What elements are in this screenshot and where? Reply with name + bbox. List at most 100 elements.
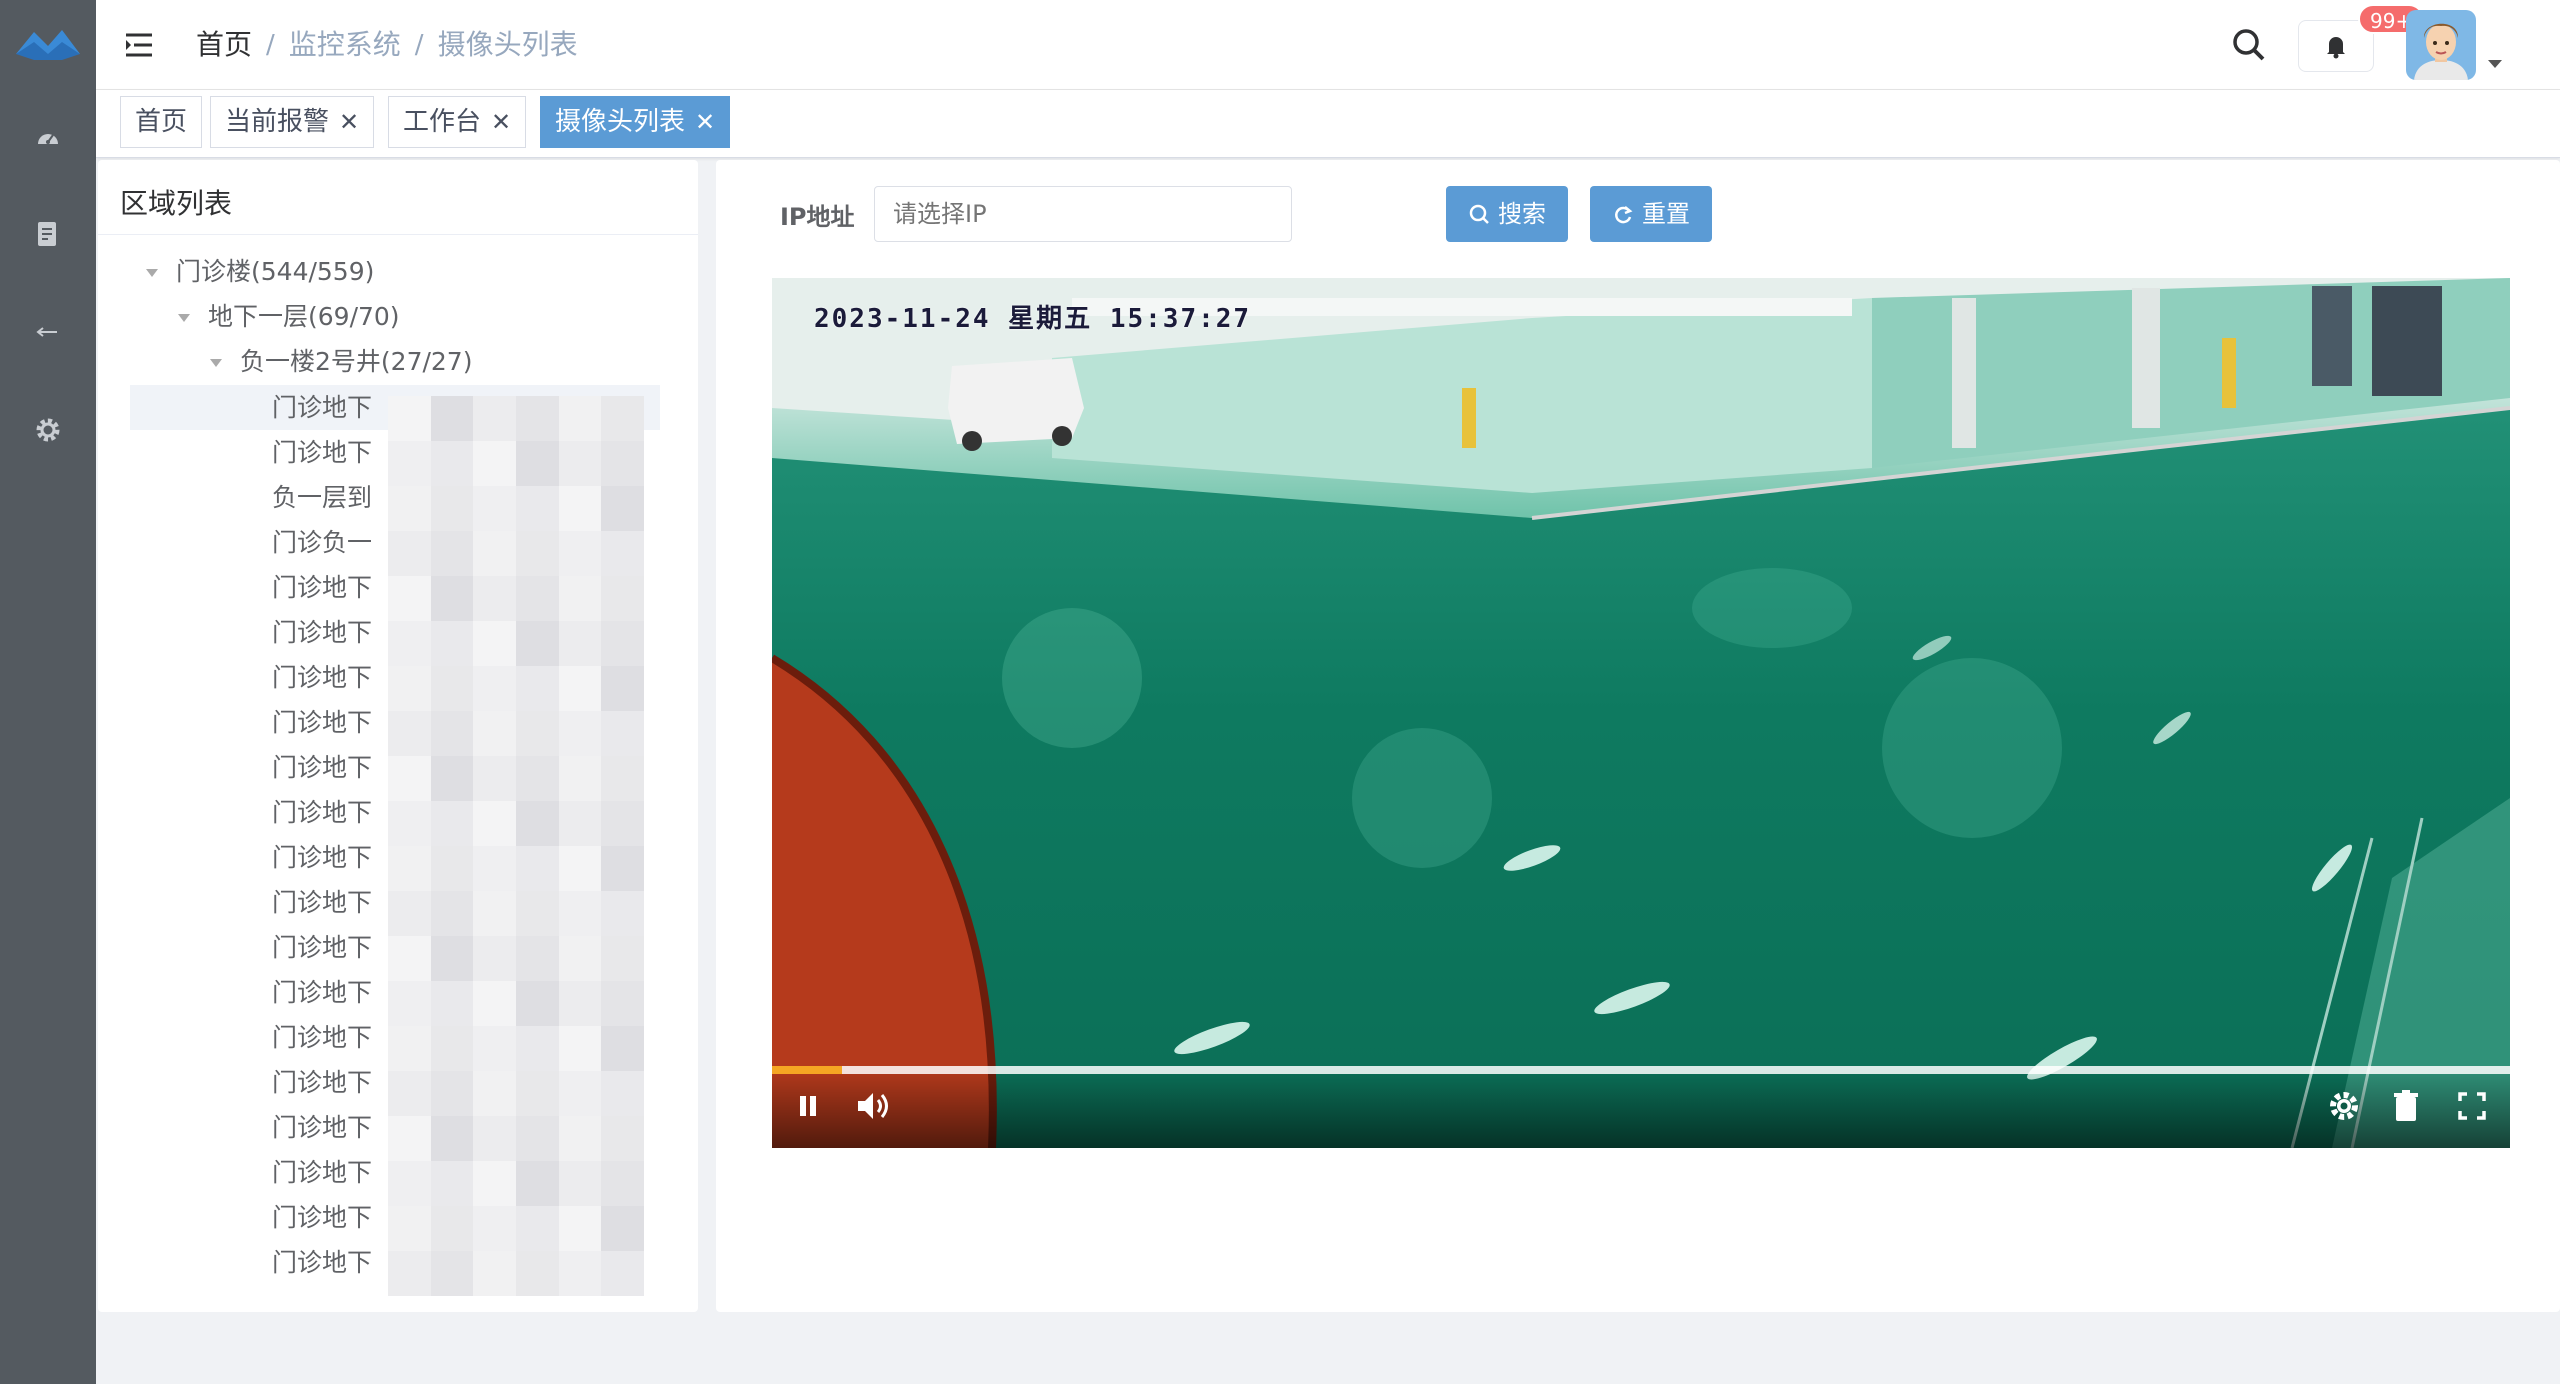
close-icon[interactable]: ✕ bbox=[695, 97, 715, 147]
caret-down-icon[interactable] bbox=[146, 269, 158, 277]
close-icon[interactable]: ✕ bbox=[491, 97, 511, 147]
mosaic-cell bbox=[388, 756, 431, 801]
camera-panel: IP地址 搜索 重置 bbox=[716, 160, 2560, 1312]
chevron-down-icon[interactable] bbox=[2488, 60, 2502, 68]
mosaic-cell bbox=[601, 1251, 644, 1296]
mosaic-cell bbox=[388, 486, 431, 531]
tag-label: 摄像头列表 bbox=[555, 107, 686, 137]
tree-node-label: 门诊楼(544/559) bbox=[176, 257, 375, 286]
breadcrumb-home[interactable]: 首页 bbox=[196, 24, 252, 66]
mosaic-cell bbox=[601, 846, 644, 891]
mosaic-cell bbox=[430, 531, 474, 576]
mosaic-cell bbox=[430, 666, 474, 711]
mosaic-cell bbox=[473, 756, 516, 801]
mosaic-cell bbox=[388, 891, 431, 936]
mosaic-cell bbox=[558, 846, 602, 891]
mosaic-cell bbox=[473, 441, 516, 486]
mosaic-cell bbox=[516, 846, 559, 891]
mosaic-cell bbox=[388, 1026, 431, 1071]
mosaic-cell bbox=[601, 711, 644, 756]
mosaic-cell bbox=[516, 936, 559, 981]
mosaic-cell bbox=[558, 1071, 602, 1116]
gear-icon[interactable] bbox=[2324, 1086, 2364, 1126]
volume-icon[interactable] bbox=[854, 1086, 894, 1126]
mosaic-cell bbox=[473, 621, 516, 666]
mosaic-cell bbox=[601, 1161, 644, 1206]
mosaic-cell bbox=[388, 801, 431, 846]
tag-camera-list[interactable]: 摄像头列表 ✕ bbox=[540, 96, 731, 148]
dashboard-icon[interactable] bbox=[30, 120, 66, 156]
tag-home[interactable]: 首页 bbox=[120, 96, 203, 148]
logo-icon[interactable] bbox=[14, 20, 82, 68]
breadcrumb: 首页 / 监控系统 / 摄像头列表 bbox=[196, 24, 578, 66]
mosaic-cell bbox=[516, 981, 559, 1026]
fullscreen-icon[interactable] bbox=[2452, 1086, 2492, 1126]
mosaic-cell bbox=[388, 621, 431, 666]
mosaic-cell bbox=[430, 621, 474, 666]
video-player[interactable]: 2023-11-24 星期五 15:37:27 bbox=[772, 278, 2510, 1148]
mosaic-cell bbox=[601, 486, 644, 531]
breadcrumb-monitoring[interactable]: 监控系统 bbox=[289, 24, 401, 66]
avatar[interactable] bbox=[2406, 10, 2476, 80]
tag-current-alarm[interactable]: 当前报警 ✕ bbox=[210, 96, 375, 148]
mosaic-cell bbox=[516, 441, 559, 486]
search-button[interactable]: 搜索 bbox=[1446, 186, 1568, 242]
mosaic-cell bbox=[601, 1116, 644, 1161]
mosaic-cell bbox=[558, 666, 602, 711]
mosaic-cell bbox=[516, 1071, 559, 1116]
sidebar bbox=[0, 0, 96, 1384]
search-icon[interactable] bbox=[2226, 22, 2272, 68]
mosaic-cell bbox=[473, 891, 516, 936]
mosaic-cell bbox=[388, 936, 431, 981]
mosaic-cell bbox=[558, 396, 602, 441]
hamburger-icon[interactable] bbox=[120, 26, 158, 64]
mosaic-cell bbox=[601, 936, 644, 981]
mosaic-cell bbox=[516, 486, 559, 531]
mosaic-cell bbox=[430, 486, 474, 531]
mosaic-cell bbox=[430, 576, 474, 621]
mosaic-cell bbox=[558, 801, 602, 846]
reset-button[interactable]: 重置 bbox=[1590, 186, 1712, 242]
mosaic-cell bbox=[473, 486, 516, 531]
video-controls bbox=[772, 1068, 2510, 1148]
breadcrumb-separator: / bbox=[266, 30, 275, 60]
tree-node-building[interactable]: 门诊楼(544/559) bbox=[146, 250, 374, 294]
divider bbox=[98, 234, 698, 235]
mosaic-cell bbox=[388, 711, 431, 756]
arrow-icon[interactable] bbox=[30, 314, 66, 350]
mosaic-cell bbox=[558, 756, 602, 801]
mosaic-cell bbox=[388, 576, 431, 621]
mosaic-cell bbox=[516, 801, 559, 846]
tree-node-shaft[interactable]: 负一楼2号井(27/27) bbox=[210, 340, 472, 384]
tag-workbench[interactable]: 工作台 ✕ bbox=[388, 96, 527, 148]
mosaic-cell bbox=[558, 576, 602, 621]
gear-icon[interactable] bbox=[30, 412, 66, 448]
mosaic-cell bbox=[601, 441, 644, 486]
mosaic-cell bbox=[430, 891, 474, 936]
close-icon[interactable]: ✕ bbox=[339, 97, 359, 147]
mosaic-cell bbox=[473, 396, 516, 441]
mosaic-cell bbox=[601, 621, 644, 666]
mosaic-cell bbox=[558, 1161, 602, 1206]
document-icon[interactable] bbox=[30, 216, 66, 252]
mosaic-cell bbox=[430, 1161, 474, 1206]
mosaic-cell bbox=[388, 396, 431, 441]
mosaic-cell bbox=[516, 891, 559, 936]
tags-view: 首页 当前报警 ✕ 工作台 ✕ 摄像头列表 ✕ bbox=[96, 90, 2560, 158]
video-progress-bar[interactable] bbox=[772, 1066, 2510, 1074]
area-list-panel: 区域列表 门诊楼(544/559) 地下一层(69/70) 负一楼2号井(27/… bbox=[98, 160, 698, 1312]
mosaic-cell bbox=[388, 1251, 431, 1296]
mosaic-cell bbox=[601, 666, 644, 711]
caret-down-icon[interactable] bbox=[210, 359, 222, 367]
mosaic-cell bbox=[430, 1026, 474, 1071]
tree-node-floor[interactable]: 地下一层(69/70) bbox=[178, 295, 400, 339]
mosaic-cell bbox=[601, 981, 644, 1026]
trash-icon[interactable] bbox=[2386, 1086, 2426, 1126]
mosaic-cell bbox=[473, 1116, 516, 1161]
pause-icon[interactable] bbox=[788, 1086, 828, 1126]
mosaic-cell bbox=[388, 531, 431, 576]
mosaic-cell bbox=[388, 441, 431, 486]
ip-select-input[interactable] bbox=[874, 186, 1292, 242]
mosaic-cell bbox=[558, 936, 602, 981]
caret-down-icon[interactable] bbox=[178, 314, 190, 322]
